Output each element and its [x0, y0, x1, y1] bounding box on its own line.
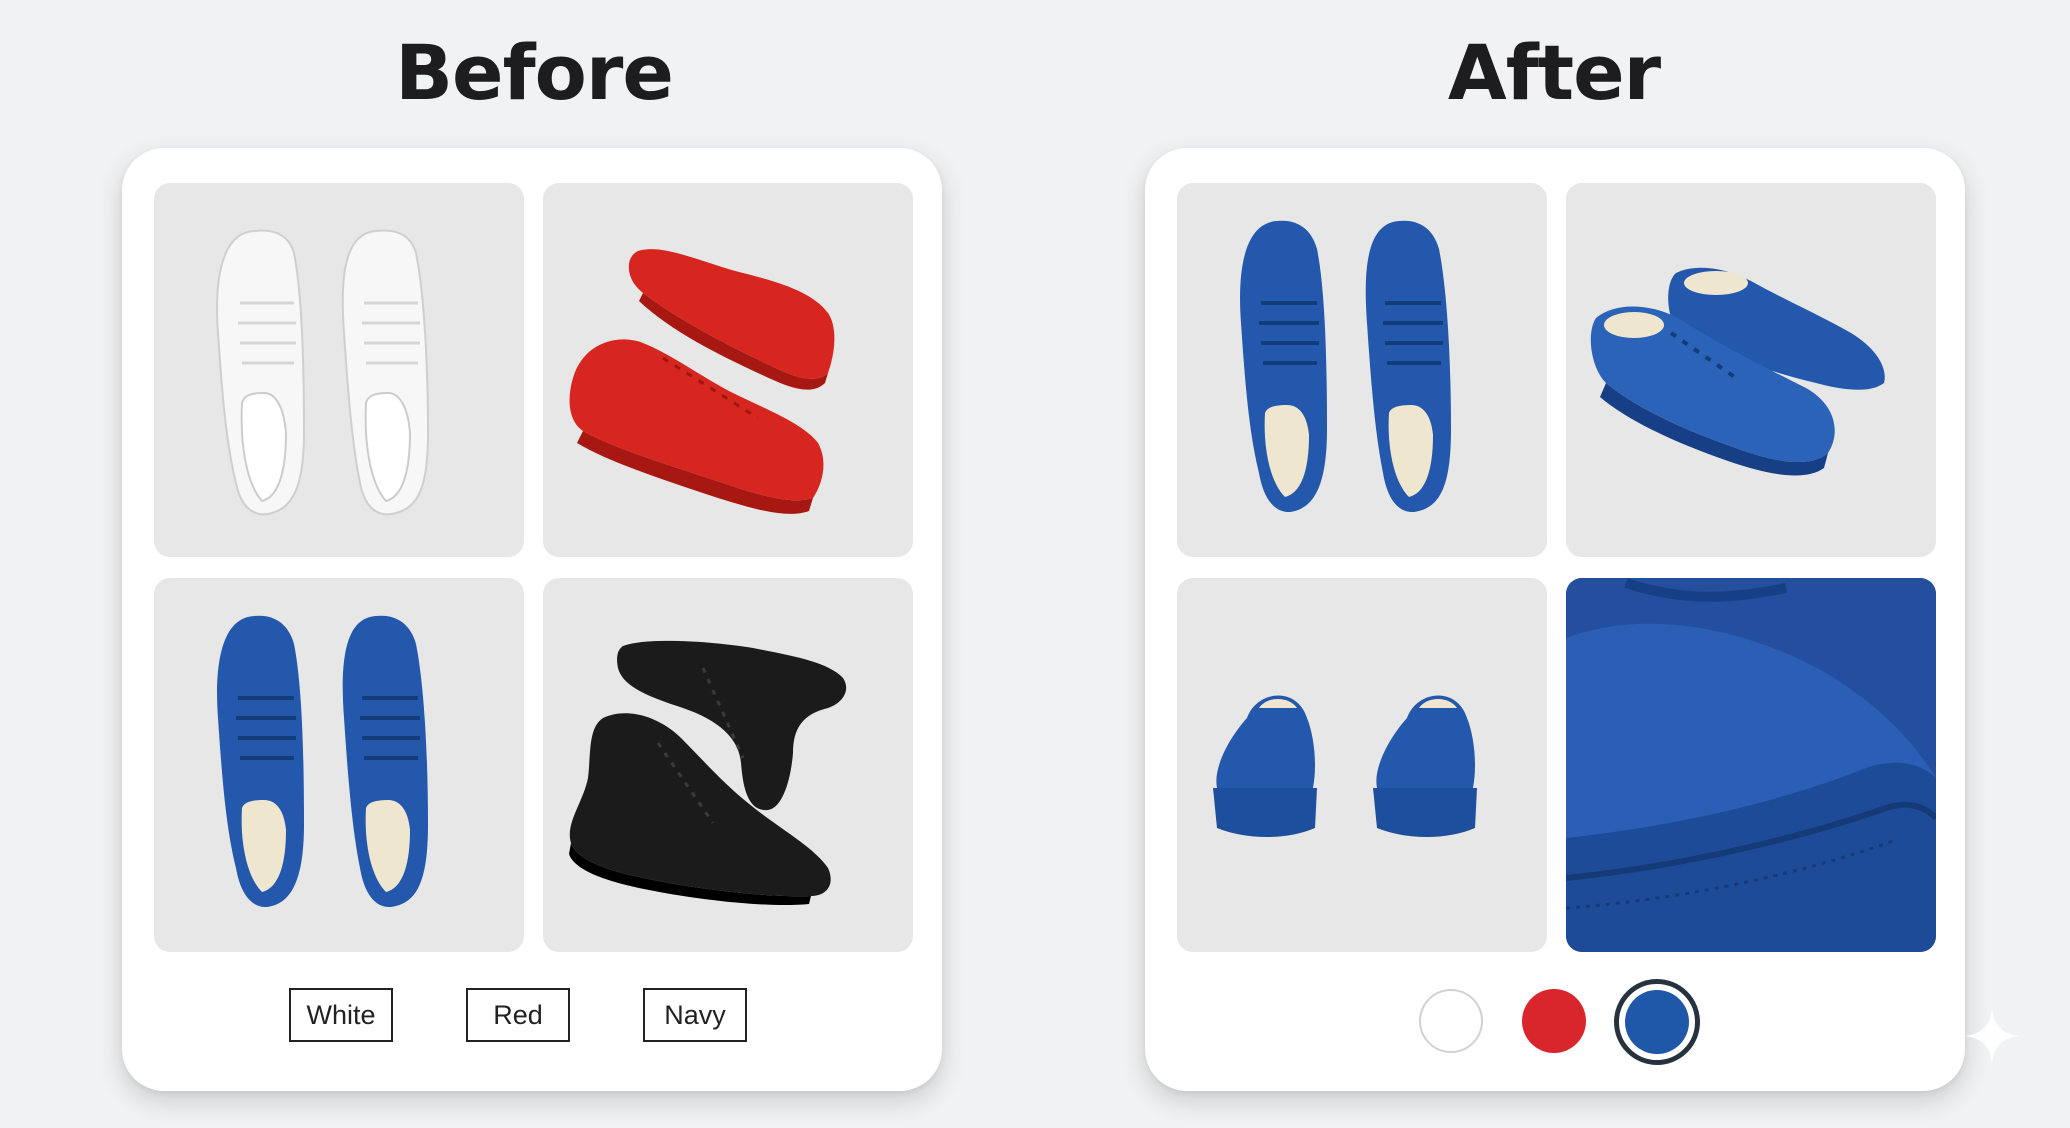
navy-label-button[interactable]: Navy [643, 988, 747, 1042]
white-sneaker-right [341, 229, 430, 516]
red-sneakers-image [543, 183, 913, 557]
black-boots-image [543, 578, 913, 952]
red-label-button[interactable]: Red [466, 988, 570, 1042]
sparkle-icon [1964, 1008, 2020, 1064]
before-heading: Before [395, 28, 674, 117]
navy-sneaker-left [217, 615, 304, 908]
after-panel [1145, 148, 1965, 1091]
blue-sneakers-angle-view-image [1566, 183, 1936, 557]
blue-sneaker-left [1240, 220, 1327, 513]
swatch-white[interactable] [1419, 989, 1483, 1053]
blue-sneaker-heel-left [1213, 695, 1317, 837]
white-sneakers-image [154, 183, 524, 557]
blue-sneaker-heel-right [1373, 695, 1477, 837]
before-panel: White Red Navy [122, 148, 942, 1091]
navy-sneaker-right [342, 615, 428, 908]
white-sneaker-left [216, 229, 306, 516]
swatch-red[interactable] [1522, 989, 1586, 1053]
blue-sneakers-top-view-image [1177, 183, 1547, 557]
navy-sneakers-image [154, 578, 524, 952]
blue-sneaker-closeup-image [1566, 578, 1936, 952]
blue-sneaker-right [1365, 220, 1451, 513]
swatch-navy[interactable] [1625, 990, 1689, 1054]
blue-sneakers-back-view-image [1177, 578, 1547, 952]
white-label-button[interactable]: White [289, 988, 393, 1042]
after-heading: After [1447, 28, 1661, 117]
